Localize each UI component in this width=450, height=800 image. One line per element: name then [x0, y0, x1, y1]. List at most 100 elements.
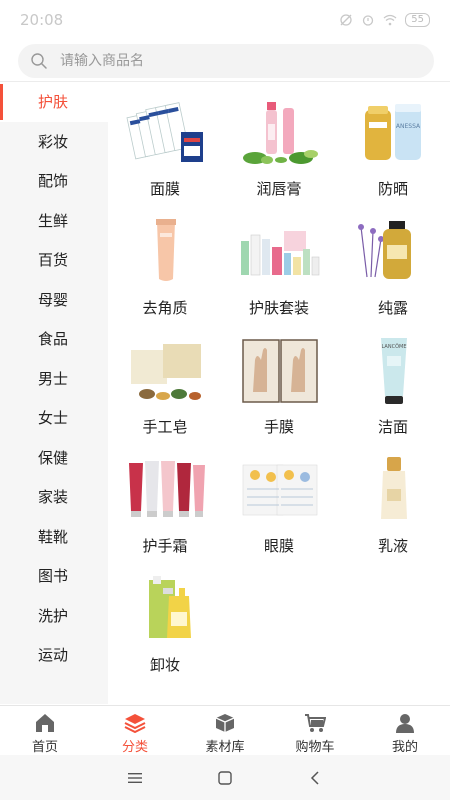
tab-category[interactable]: 分类 [90, 706, 180, 755]
search-bar[interactable] [18, 44, 434, 78]
sidebar-item-skincare[interactable]: 护肤 [0, 82, 108, 122]
tab-material-library[interactable]: 素材库 [180, 706, 270, 755]
sidebar-item-sports[interactable]: 运动 [0, 635, 108, 675]
tab-shopping-cart[interactable]: 购物车 [270, 706, 360, 755]
sidebar-item-label: 彩妆 [38, 132, 69, 151]
category-hydrosol[interactable]: 纯露 [336, 201, 450, 320]
search-icon [31, 53, 47, 69]
category-handmade-soap[interactable]: 手工皂 [108, 320, 222, 439]
category-label: 洁面 [377, 418, 408, 436]
sidebar-item-label: 生鲜 [38, 211, 69, 230]
category-exfoliator[interactable]: 去角质 [108, 201, 222, 320]
category-sidebar: 护肤 彩妆 配饰 生鲜 百货 母婴 食品 男士 女士 保健 家装 鞋靴 图书 洗… [0, 82, 108, 704]
tab-label: 我的 [391, 740, 418, 755]
status-bar: 20:08 55 [0, 0, 450, 40]
category-cleanser[interactable]: LANCÔME 洁面 [336, 320, 450, 439]
alarm-icon [363, 15, 374, 26]
menu-icon [128, 772, 142, 783]
mute-icon [340, 14, 352, 26]
sidebar-item-label: 图书 [38, 567, 69, 586]
tab-home[interactable]: 首页 [0, 706, 90, 755]
home-icon [36, 714, 54, 732]
lip-balm-product-image [243, 102, 318, 164]
svg-text:ANESSA: ANESSA [396, 123, 421, 130]
sidebar-item-label: 女士 [38, 409, 69, 428]
category-label: 手工皂 [142, 418, 188, 436]
tab-label: 分类 [121, 740, 148, 755]
category-label: 手膜 [263, 418, 294, 436]
category-face-mask[interactable]: 面膜 [108, 82, 222, 201]
category-eye-mask[interactable]: 眼膜 [222, 439, 336, 558]
home-button[interactable] [210, 766, 240, 790]
eye-mask-product-image [242, 464, 318, 516]
bottom-tab-bar: 首页 分类 素材库 购物车 我的 [0, 705, 450, 755]
sidebar-item-label: 家装 [38, 488, 69, 507]
category-hand-cream[interactable]: 护手霜 [108, 439, 222, 558]
sidebar-item-label: 鞋靴 [38, 527, 69, 546]
menu-button[interactable] [120, 766, 150, 790]
category-label: 去角质 [142, 299, 188, 317]
tab-label: 购物车 [295, 740, 335, 755]
category-skincare-set[interactable]: 护肤套装 [222, 201, 336, 320]
category-label: 润唇膏 [256, 180, 302, 198]
material-box-icon [215, 714, 235, 732]
sidebar-item-men[interactable]: 男士 [0, 359, 108, 399]
hydrosol-product-image [358, 221, 411, 279]
svg-text:LANCÔME: LANCÔME [382, 343, 407, 350]
lotion-product-image [381, 457, 407, 519]
makeup-remover-product-image [149, 576, 191, 638]
sidebar-item-label: 保健 [38, 448, 69, 467]
category-label: 护手霜 [142, 537, 188, 555]
sidebar-item-fresh[interactable]: 生鲜 [0, 201, 108, 241]
shopping-cart-icon [305, 714, 326, 732]
sidebar-item-label: 洗护 [38, 606, 69, 625]
skincare-set-product-image [241, 231, 320, 276]
category-label: 护肤套装 [248, 299, 309, 317]
square-home-icon [218, 770, 232, 785]
category-label: 纯露 [377, 299, 408, 317]
search-input[interactable] [60, 53, 410, 69]
tab-label: 素材库 [205, 740, 245, 755]
back-button[interactable] [300, 766, 330, 790]
sidebar-item-books[interactable]: 图书 [0, 556, 108, 596]
sidebar-item-label: 护肤 [38, 93, 69, 112]
sidebar-item-home-decor[interactable]: 家装 [0, 477, 108, 517]
sidebar-item-label: 男士 [38, 369, 69, 388]
category-layers-icon [124, 714, 146, 733]
tab-label: 首页 [31, 740, 58, 755]
sidebar-item-health[interactable]: 保健 [0, 438, 108, 478]
sidebar-item-label: 运动 [38, 646, 69, 665]
category-hand-mask[interactable]: 手膜 [222, 320, 336, 439]
category-label: 卸妆 [149, 656, 180, 674]
status-icons: 55 [339, 13, 430, 27]
sidebar-item-makeup[interactable]: 彩妆 [0, 122, 108, 162]
wifi-icon [383, 14, 397, 26]
cleanser-product-image: LANCÔME [381, 338, 407, 404]
sidebar-item-washcare[interactable]: 洗护 [0, 596, 108, 636]
sidebar-item-label: 母婴 [38, 290, 69, 309]
sidebar-item-women[interactable]: 女士 [0, 398, 108, 438]
back-arrow-icon [310, 770, 319, 785]
tab-profile[interactable]: 我的 [360, 706, 450, 755]
category-lip-balm[interactable]: 润唇膏 [222, 82, 336, 201]
category-sunscreen[interactable]: ANESSA 防晒 [336, 82, 450, 201]
sunscreen-product-image: ANESSA [365, 104, 421, 160]
battery-icon: 55 [405, 13, 430, 27]
exfoliator-product-image [156, 219, 176, 281]
status-time: 20:08 [20, 11, 64, 29]
sidebar-item-food[interactable]: 食品 [0, 319, 108, 359]
handmade-soap-product-image [131, 344, 201, 400]
profile-icon [396, 714, 414, 733]
category-lotion[interactable]: 乳液 [336, 439, 450, 558]
sidebar-item-accessories[interactable]: 配饰 [0, 161, 108, 201]
sidebar-item-general-goods[interactable]: 百货 [0, 240, 108, 280]
category-label: 眼膜 [263, 537, 294, 555]
category-label: 防晒 [377, 180, 408, 198]
hand-mask-product-image [242, 339, 318, 403]
category-label: 面膜 [149, 180, 180, 198]
sidebar-item-mother-baby[interactable]: 母婴 [0, 280, 108, 320]
sidebar-item-label: 食品 [38, 330, 69, 349]
sidebar-item-shoes[interactable]: 鞋靴 [0, 517, 108, 557]
category-makeup-remover[interactable]: 卸妆 [108, 558, 222, 677]
sidebar-item-label: 配饰 [38, 172, 69, 191]
